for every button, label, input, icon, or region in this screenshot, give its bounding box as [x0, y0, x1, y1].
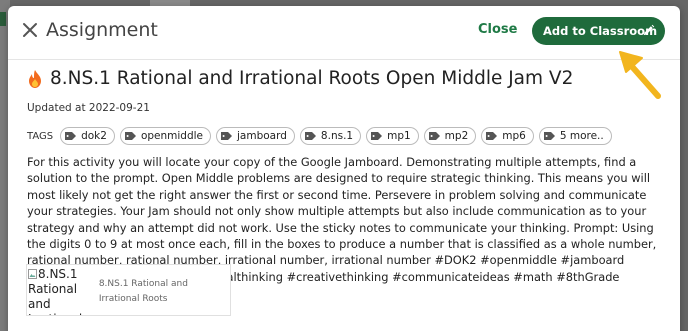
- document-title: 8.NS.1 Rational and Irrational Roots Ope…: [26, 68, 573, 89]
- fire-icon: [29, 69, 41, 88]
- tag-mp1[interactable]: mp1: [366, 127, 419, 145]
- close-icon[interactable]: [20, 20, 40, 40]
- modal-title: Assignment: [46, 19, 158, 41]
- assignment-modal: Assignment Close Add to Classroom 8.NS.1…: [8, 6, 680, 331]
- close-button[interactable]: Close: [478, 22, 517, 37]
- tag-icon: [543, 132, 555, 140]
- card-thumbnail: 8.NS.1 Rational and Irrational: [27, 265, 96, 315]
- tag-label: mp6: [502, 130, 526, 142]
- tag-mp2[interactable]: mp2: [423, 127, 477, 145]
- add-to-classroom-label: Add to Classroom: [543, 24, 658, 38]
- tag-icon: [371, 132, 383, 140]
- tag-more[interactable]: 5 more..: [538, 127, 612, 145]
- pencil-icon: [643, 24, 655, 36]
- modal-header: Assignment Close Add to Classroom: [8, 6, 680, 60]
- tag-8ns1[interactable]: 8.ns.1: [299, 127, 362, 145]
- tags-label: TAGS: [27, 130, 54, 142]
- tags-row: TAGS dok2 openmiddle jamboard 8.ns.1 mp1…: [27, 127, 612, 145]
- tag-jamboard[interactable]: jamboard: [216, 127, 295, 145]
- jamboard-link-card[interactable]: 8.NS.1 Rational and Irrational 8.NS.1 Ra…: [26, 264, 231, 316]
- tag-icon: [221, 132, 233, 140]
- tag-dok2[interactable]: dok2: [60, 127, 115, 145]
- tag-label: jamboard: [237, 130, 287, 142]
- backdrop-accent: [0, 12, 6, 26]
- card-label: 8.NS.1 Rational and Irrational Roots: [98, 279, 188, 304]
- tag-label: dok2: [81, 130, 107, 142]
- tag-icon: [486, 132, 498, 140]
- tag-icon: [428, 132, 440, 140]
- document-title-text: 8.NS.1 Rational and Irrational Roots Ope…: [50, 68, 574, 89]
- tag-label: mp2: [444, 130, 469, 142]
- tag-label: 5 more..: [559, 130, 604, 142]
- tag-mp6[interactable]: mp6: [481, 127, 534, 145]
- add-to-classroom-button[interactable]: Add to Classroom: [532, 17, 665, 45]
- tag-label: mp1: [387, 130, 411, 142]
- tag-label: openmiddle: [140, 130, 204, 142]
- tag-openmiddle[interactable]: openmiddle: [119, 127, 212, 145]
- tag-icon: [124, 132, 136, 140]
- tag-icon: [304, 132, 316, 140]
- updated-date: Updated at 2022-09-21: [27, 102, 150, 114]
- tag-label: 8.ns.1: [320, 130, 354, 142]
- tag-icon: [65, 132, 77, 140]
- arrow-annotation: [619, 51, 661, 99]
- broken-image-icon: [28, 269, 37, 279]
